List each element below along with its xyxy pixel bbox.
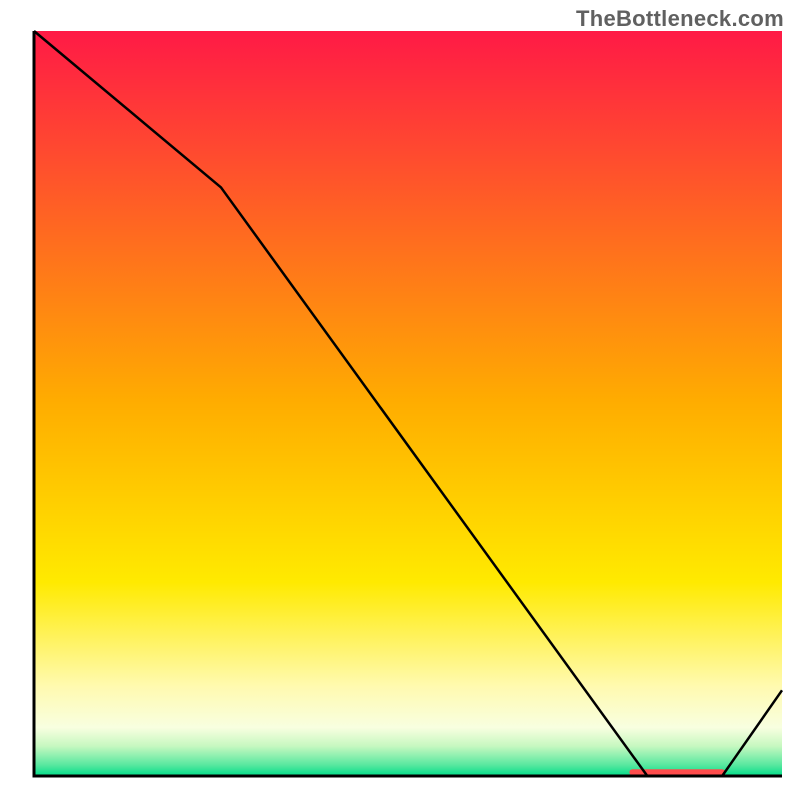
watermark-text: TheBottleneck.com — [576, 6, 784, 32]
plot-background — [34, 31, 782, 776]
chart-container: TheBottleneck.com — [0, 0, 800, 800]
line-chart — [0, 0, 800, 800]
